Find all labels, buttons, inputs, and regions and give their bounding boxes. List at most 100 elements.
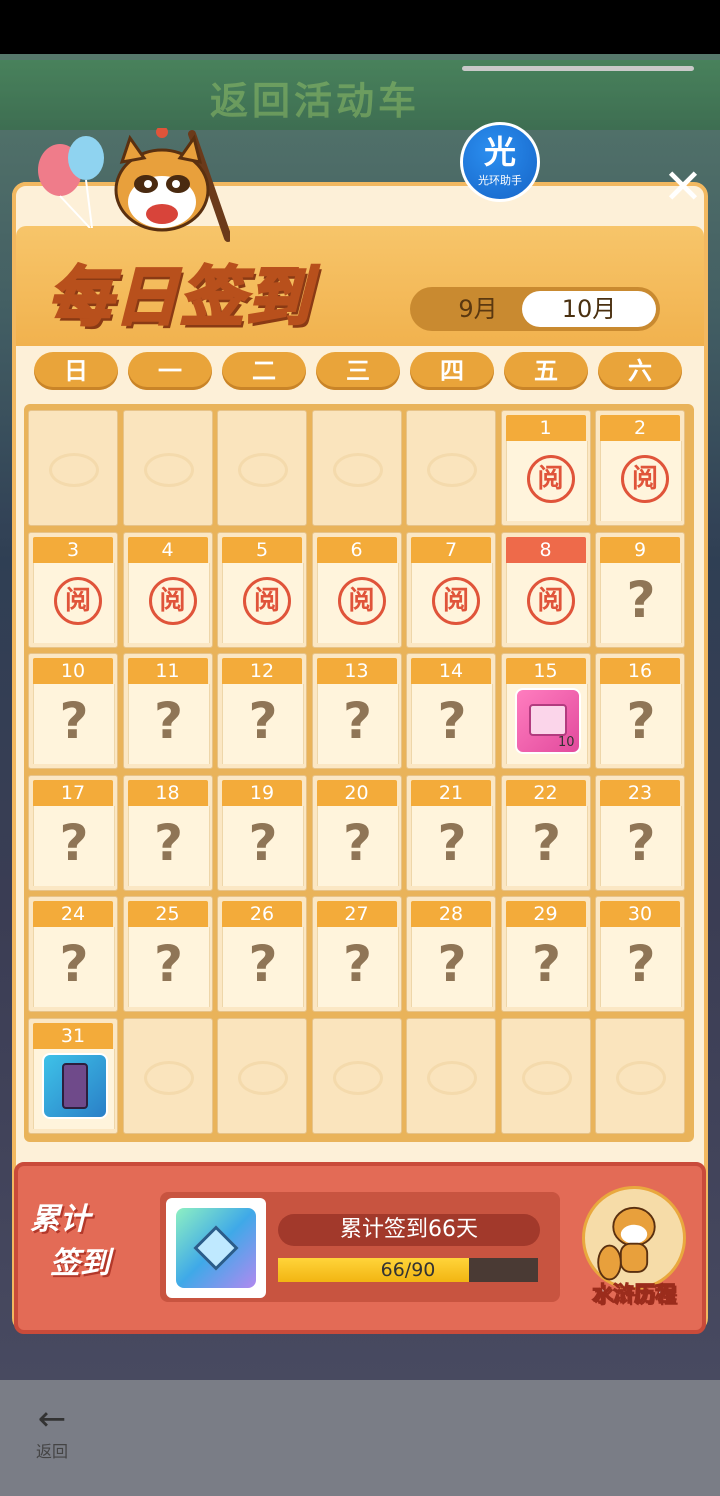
day-number: 27 <box>316 901 397 930</box>
raccoon-mascot-icon <box>114 128 230 242</box>
calendar-day-cell[interactable]: 22? <box>500 774 591 891</box>
signed-stamp-icon: 阅 <box>526 455 575 503</box>
calendar-day-cell[interactable]: 15 10 <box>500 653 591 769</box>
calendar-empty-cell <box>122 410 213 526</box>
day-number: 16 <box>600 658 680 687</box>
weekday-header: 日一二三四五六 <box>34 352 686 392</box>
calendar-day-cell[interactable]: 9? <box>595 531 685 648</box>
calendar-day-cell[interactable]: 3阅 <box>28 531 118 648</box>
day-number: 31 <box>33 1022 113 1052</box>
calendar-day-cell[interactable]: 12? <box>217 653 307 769</box>
question-mark-icon: ? <box>248 935 278 993</box>
calendar-empty-cell <box>311 410 402 526</box>
raccoon-watermark-icon <box>427 453 477 487</box>
day-number: 19 <box>222 779 302 809</box>
calendar-day-cell[interactable]: 7阅 <box>406 531 496 648</box>
journey-button[interactable]: 水浒历程 <box>576 1186 692 1307</box>
calendar-day-cell[interactable]: 19? <box>217 774 307 891</box>
day-number: 12 <box>222 658 302 687</box>
background-banner-text: 返回活动车 <box>210 79 421 123</box>
signed-stamp-icon: 阅 <box>243 576 291 625</box>
calendar-empty-cell <box>595 1017 685 1134</box>
background-bottom-bar <box>0 1380 720 1496</box>
raccoon-watermark-icon <box>238 1060 288 1095</box>
calendar-day-cell[interactable]: 29? <box>500 896 591 1012</box>
raccoon-watermark-icon <box>332 1060 383 1095</box>
raccoon-watermark-icon <box>49 453 99 487</box>
calendar-day-cell[interactable]: 14? <box>406 653 496 769</box>
calendar-day-cell[interactable]: 2阅 <box>595 410 685 526</box>
day-number: 22 <box>505 779 586 809</box>
calendar-day-cell[interactable]: 5阅 <box>217 531 307 648</box>
calendar-day-cell[interactable]: 16? <box>595 653 685 769</box>
calendar-day-cell[interactable]: 28? <box>406 896 496 1012</box>
day-page: ? <box>316 927 399 1007</box>
raccoon-watermark-icon <box>427 1060 477 1095</box>
day-number: 18 <box>127 779 208 809</box>
day-number: 23 <box>600 779 680 809</box>
calendar-day-cell[interactable]: 18? <box>122 774 213 891</box>
day-page: ? <box>33 927 115 1007</box>
signed-stamp-icon: 阅 <box>621 455 669 503</box>
calendar-day-cell[interactable]: 1阅 <box>500 410 591 526</box>
calendar-empty-cell <box>406 410 496 526</box>
day-page: ? <box>316 805 399 886</box>
calendar-day-cell[interactable]: 13? <box>311 653 402 769</box>
back-button[interactable]: ← 返回 <box>22 1400 82 1472</box>
day-number: 20 <box>316 779 397 809</box>
calendar-day-cell[interactable]: 21? <box>406 774 496 891</box>
calendar-day-cell[interactable]: 10? <box>28 653 118 769</box>
day-page: ? <box>600 684 682 764</box>
calendar-day-cell[interactable]: 25? <box>122 896 213 1012</box>
day-page: ? <box>600 927 682 1007</box>
assistant-badge[interactable]: 光 光环助手 <box>460 122 540 202</box>
signed-stamp-icon: 阅 <box>337 576 386 625</box>
question-mark-icon: ? <box>248 813 278 872</box>
month-tab-current[interactable]: 10月 <box>522 291 656 327</box>
day-number: 14 <box>411 658 491 687</box>
assistant-glyph: 光 <box>483 133 516 171</box>
question-mark-icon: ? <box>59 813 89 872</box>
calendar-day-cell[interactable]: 26? <box>217 896 307 1012</box>
day-number: 9 <box>600 536 680 566</box>
weekday-label: 二 <box>222 352 306 390</box>
calendar-day-cell[interactable]: 23? <box>595 774 685 891</box>
close-icon[interactable]: ✕ <box>656 160 710 214</box>
day-number: 4 <box>127 536 208 566</box>
month-tab-prev[interactable]: 9月 <box>418 291 538 327</box>
cumulative-label-line1: 累计 <box>30 1202 90 1237</box>
calendar-day-cell[interactable]: 11? <box>122 653 213 769</box>
signed-stamp-icon: 阅 <box>54 576 102 625</box>
calendar-day-cell[interactable]: 30? <box>595 896 685 1012</box>
day-page: ? <box>600 562 682 643</box>
day-number: 8 <box>505 536 586 566</box>
month-switch: 9月 10月 <box>410 287 660 331</box>
question-mark-icon: ? <box>626 692 656 750</box>
day-number: 21 <box>411 779 491 809</box>
calendar-day-cell[interactable]: 6阅 <box>311 531 402 648</box>
calendar-day-cell[interactable]: 8阅 <box>500 531 591 648</box>
weekday-label: 日 <box>34 352 118 390</box>
calendar-day-cell[interactable]: 27? <box>311 896 402 1012</box>
day-number: 3 <box>33 536 113 566</box>
cumulative-reward[interactable] <box>166 1198 266 1298</box>
calendar-empty-cell <box>28 410 118 526</box>
calendar-day-cell[interactable]: 24? <box>28 896 118 1012</box>
balloons-icon <box>38 136 104 228</box>
assistant-caption: 光环助手 <box>478 174 522 187</box>
calendar-day-cell[interactable]: 4阅 <box>122 531 213 648</box>
day-page: ? <box>316 684 399 764</box>
signed-stamp-icon: 阅 <box>432 576 480 625</box>
weekday-label: 五 <box>504 352 588 390</box>
question-mark-icon: ? <box>437 935 467 993</box>
calendar-day-cell[interactable]: 31 <box>28 1017 118 1134</box>
day-page: ? <box>505 927 588 1007</box>
raccoon-avatar-icon <box>582 1186 686 1290</box>
calendar-empty-cell <box>122 1017 213 1134</box>
calendar-day-cell[interactable]: 20? <box>311 774 402 891</box>
day-page: ? <box>222 684 304 764</box>
question-mark-icon: ? <box>59 692 89 750</box>
day-number: 7 <box>411 536 491 566</box>
signed-stamp-icon: 阅 <box>148 576 197 625</box>
calendar-day-cell[interactable]: 17? <box>28 774 118 891</box>
